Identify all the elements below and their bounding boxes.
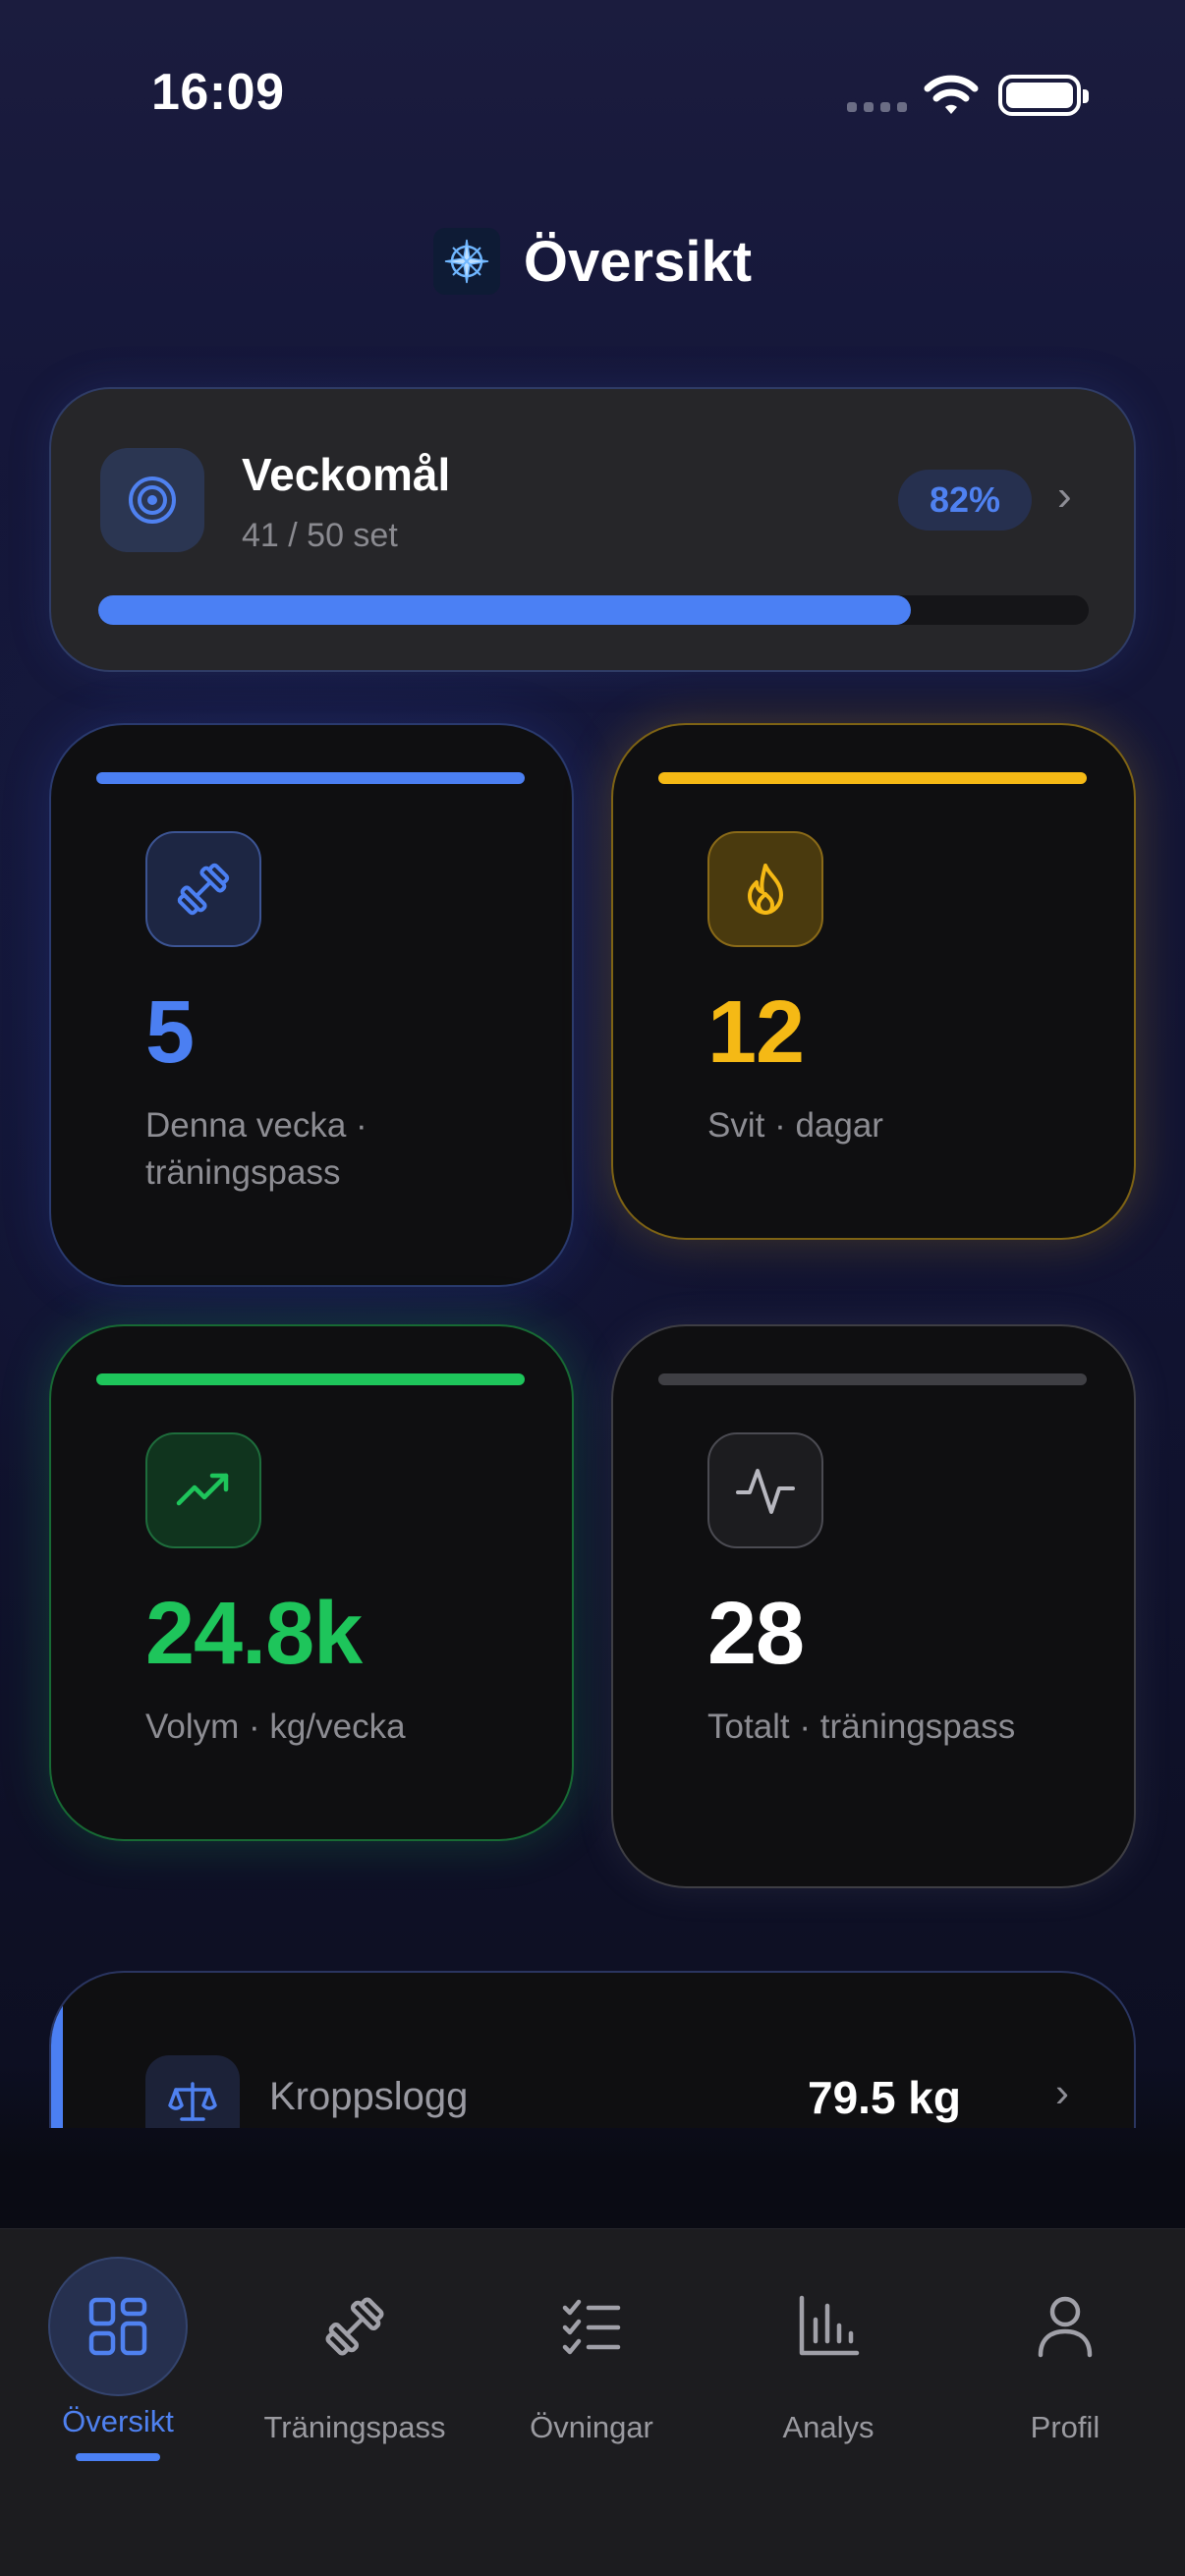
flame-icon (707, 831, 823, 947)
accent-bar (658, 1373, 1087, 1385)
chevron-right-icon: › (1055, 2069, 1069, 2115)
activity-icon (707, 1432, 823, 1548)
accent-bar (96, 1373, 525, 1385)
page-title: Översikt (523, 229, 753, 294)
status-time: 16:09 (151, 64, 285, 121)
person-icon (995, 2257, 1135, 2396)
tab-workouts[interactable]: Träningspass (237, 2257, 473, 2473)
tab-exercises[interactable]: Övningar (474, 2257, 709, 2473)
trending-up-icon (145, 1432, 261, 1548)
dumbbell-icon (285, 2257, 424, 2396)
accent-bar (658, 772, 1087, 784)
wifi-icon (924, 75, 979, 114)
stat-value: 12 (707, 983, 805, 1082)
stat-label: Volym · kg/vecka (145, 1708, 406, 1746)
goal-title: Veckomål (242, 449, 451, 500)
tab-label: Översikt (62, 2404, 174, 2438)
body-log-label: Kroppslogg (269, 2075, 469, 2118)
body-log-value: 79.5 kg (808, 2072, 961, 2123)
tab-bar: Översikt Träningspass Övningar Analys Pr… (0, 2228, 1185, 2576)
stat-card-week[interactable]: 5 Denna vecka · träningspass (49, 723, 574, 1287)
battery-icon (998, 75, 1089, 116)
stat-card-volume[interactable]: 24.8k Volym · kg/vecka (49, 1324, 574, 1841)
goal-progress-fill (98, 595, 911, 625)
bar-chart-icon (759, 2257, 898, 2396)
chevron-right-icon: › (1057, 472, 1072, 520)
tab-label: Profil (1030, 2410, 1100, 2444)
stat-label: Totalt · träningspass (707, 1708, 1016, 1746)
tab-overview[interactable]: Översikt (0, 2257, 236, 2473)
target-icon (100, 448, 204, 552)
screen: 16:09 Översikt Veckomål 41 / 50 set 82% … (0, 0, 1185, 2576)
tab-profile[interactable]: Profil (947, 2257, 1183, 2473)
goal-progress-bar (98, 595, 1089, 625)
tab-label: Träningspass (263, 2410, 446, 2444)
goal-subtitle: 41 / 50 set (242, 517, 398, 554)
accent-bar (51, 1973, 63, 2128)
scale-icon (145, 2055, 240, 2128)
goal-percent-badge: 82% (898, 470, 1032, 531)
accent-bar (96, 772, 525, 784)
stat-card-total[interactable]: 28 Totalt · träningspass (611, 1324, 1136, 1888)
stat-value: 5 (145, 983, 195, 1082)
tab-label: Övningar (530, 2410, 653, 2444)
stat-label: Svit · dagar (707, 1106, 883, 1145)
checklist-icon (522, 2257, 661, 2396)
cellular-signal-icon (847, 102, 907, 112)
stat-label: Denna vecka · träningspass (145, 1106, 367, 1192)
weekly-goal-card[interactable]: Veckomål 41 / 50 set 82% › (49, 387, 1136, 672)
active-tab-indicator (76, 2453, 160, 2461)
tab-label: Analys (782, 2410, 875, 2444)
grid-icon (48, 2257, 188, 2396)
body-log-card[interactable]: Kroppslogg 79.5 kg › (49, 1971, 1136, 2128)
dumbbell-icon (145, 831, 261, 947)
scroll-clip: Kroppslogg 79.5 kg › (0, 1955, 1185, 2128)
stat-value: 24.8k (145, 1585, 363, 1683)
page-header: Översikt (0, 222, 1185, 301)
compass-icon (432, 228, 500, 295)
stat-card-streak[interactable]: 12 Svit · dagar (611, 723, 1136, 1240)
tab-analysis[interactable]: Analys (710, 2257, 946, 2473)
stat-value: 28 (707, 1585, 805, 1683)
